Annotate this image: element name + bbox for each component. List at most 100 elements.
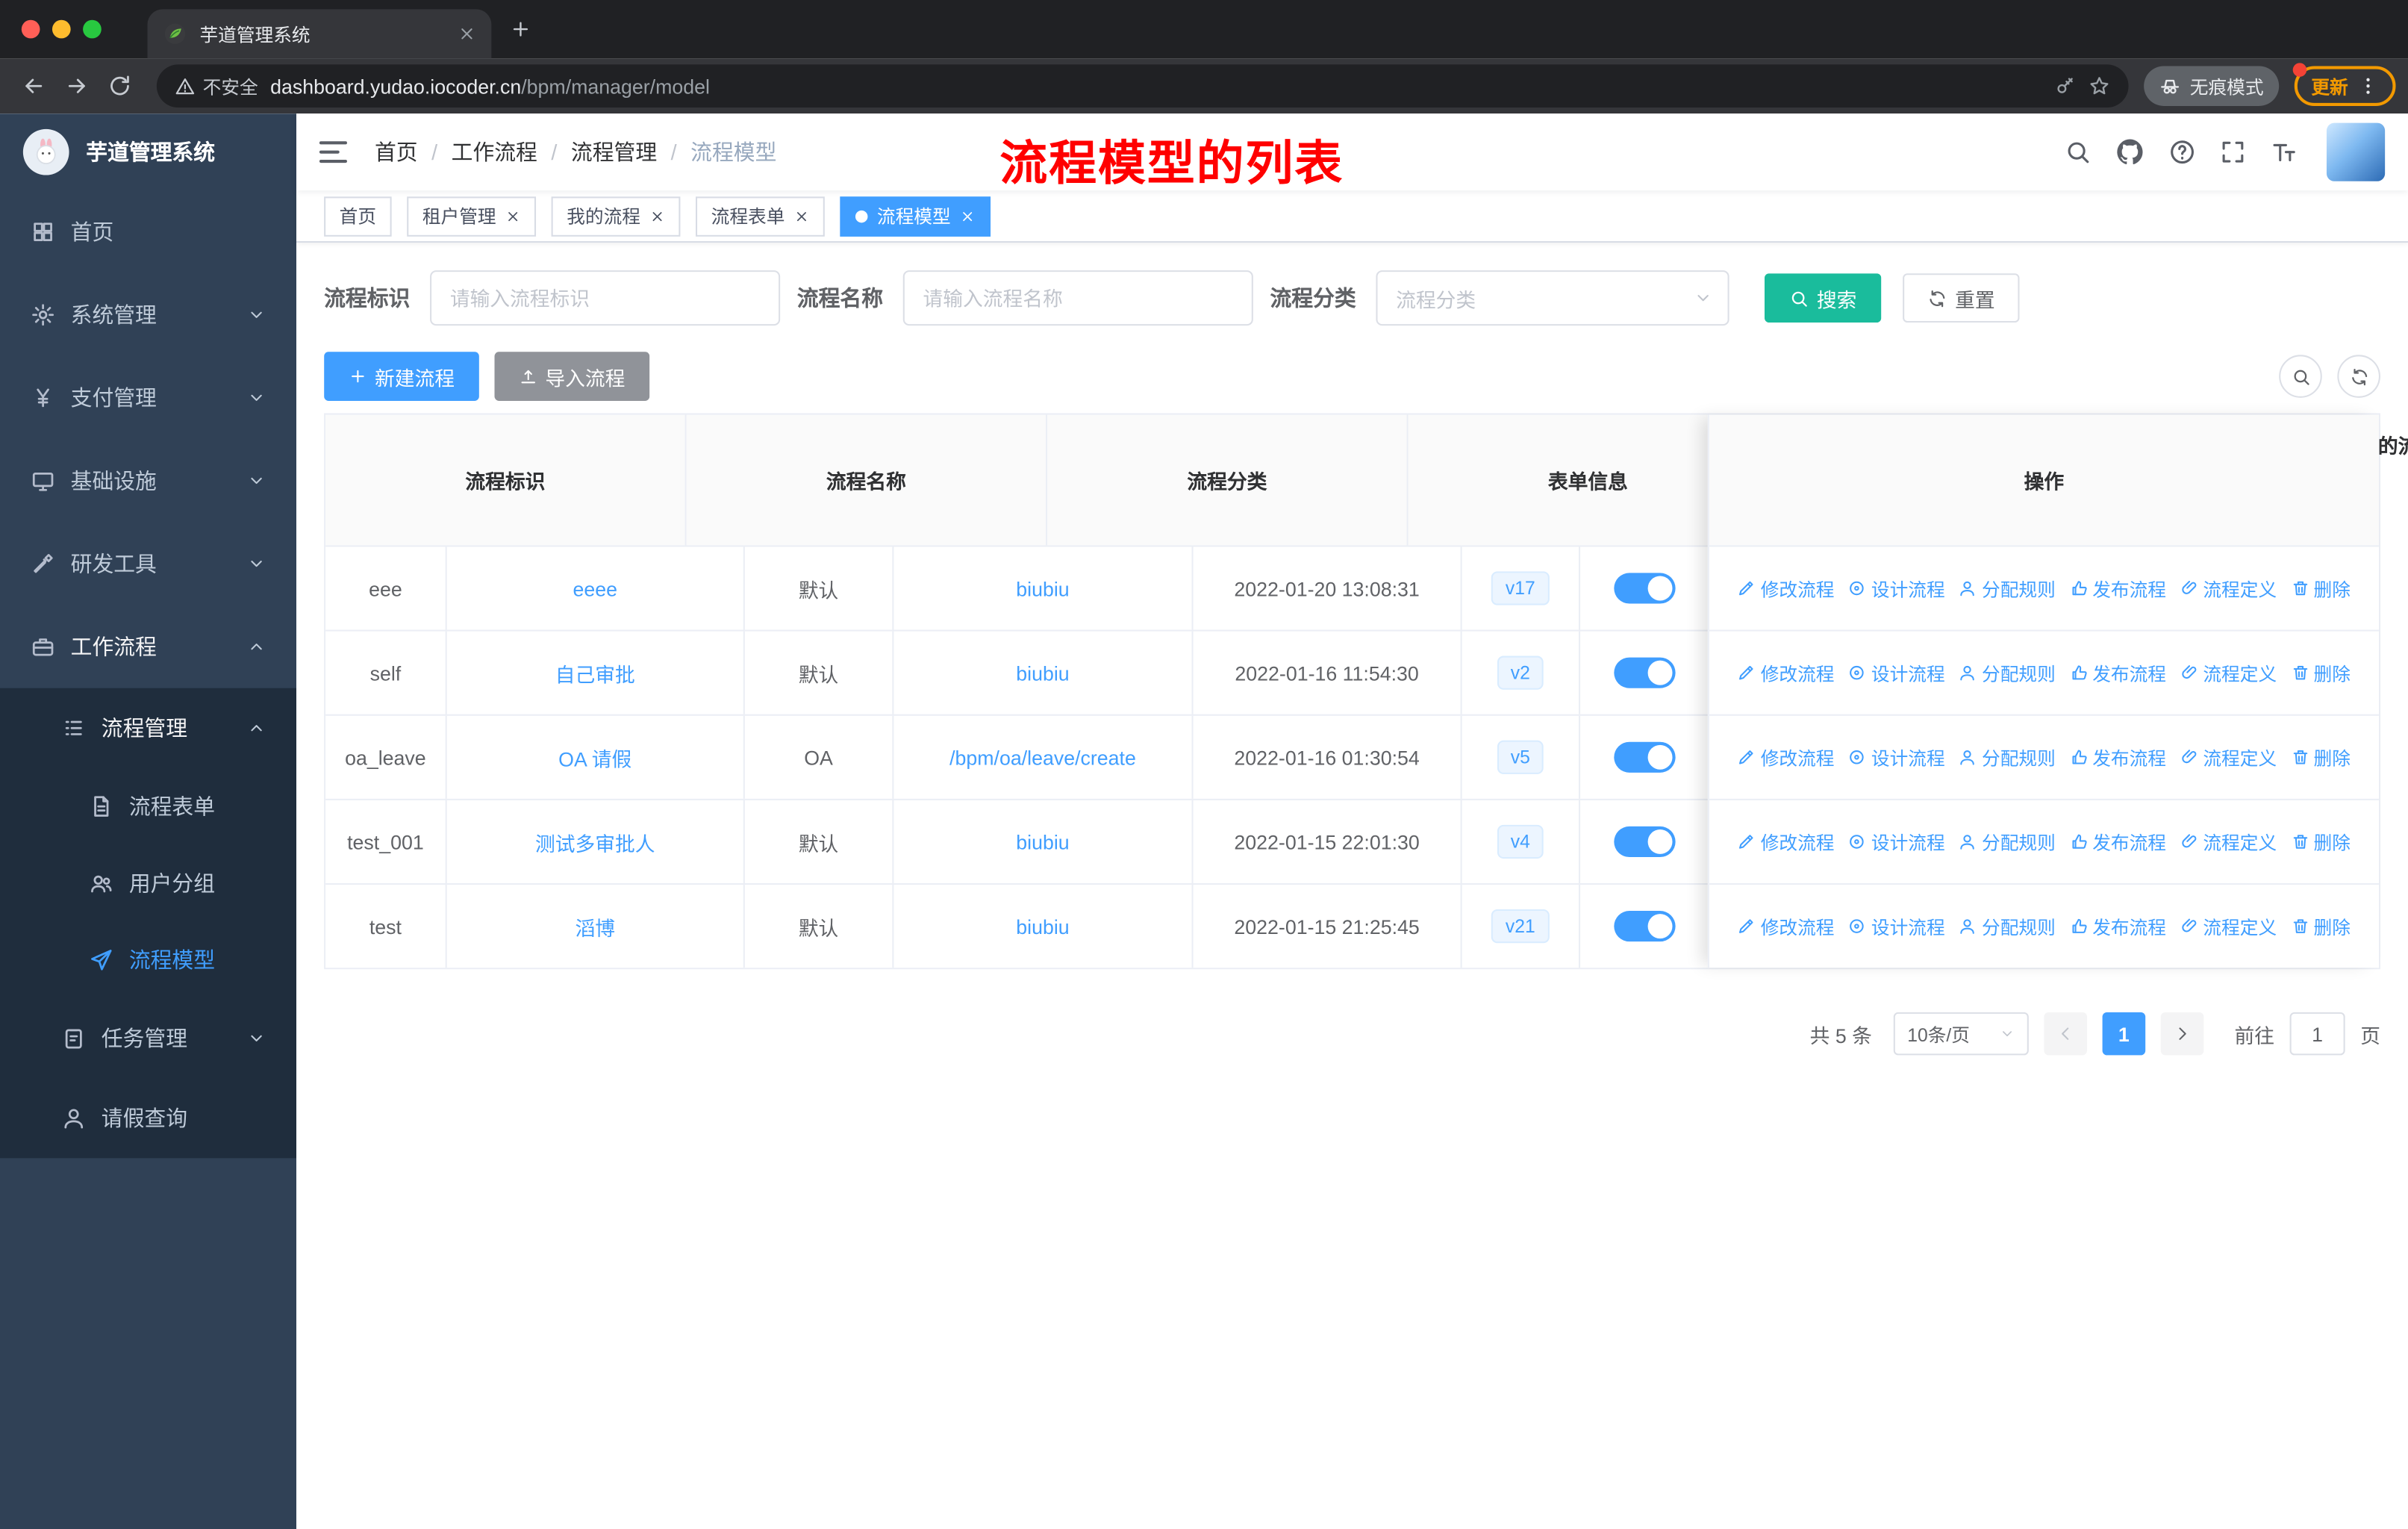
forward-button[interactable] — [55, 64, 99, 108]
action-design[interactable]: 设计流程 — [1848, 744, 1945, 770]
action-publish[interactable]: 发布流程 — [2069, 575, 2166, 601]
process-name-link[interactable]: 测试多审批人 — [535, 827, 655, 856]
close-icon[interactable] — [505, 208, 521, 224]
action-assign-rule[interactable]: 分配规则 — [1959, 829, 2056, 855]
sidebar-item-payment[interactable]: 支付管理 — [0, 356, 296, 439]
active-toggle[interactable] — [1614, 657, 1676, 688]
next-page-button[interactable] — [2160, 1012, 2204, 1056]
sidebar-item-process-form[interactable]: 流程表单 — [0, 768, 296, 845]
github-icon[interactable] — [2115, 137, 2145, 167]
zoom-window-button[interactable] — [83, 19, 102, 39]
form-info-link[interactable]: biubiu — [1016, 915, 1069, 938]
action-delete[interactable]: 删除 — [2291, 660, 2351, 686]
breadcrumb-workflow[interactable]: 工作流程 — [418, 137, 537, 167]
close-icon[interactable] — [649, 208, 665, 224]
back-button[interactable] — [12, 64, 55, 108]
refresh-table-button[interactable] — [2337, 355, 2380, 398]
action-modify[interactable]: 修改流程 — [1738, 744, 1835, 770]
active-toggle[interactable] — [1614, 741, 1676, 773]
close-icon[interactable] — [794, 208, 810, 224]
sidebar-item-process-model[interactable]: 流程模型 — [0, 921, 296, 998]
active-toggle[interactable] — [1614, 911, 1676, 942]
action-delete[interactable]: 删除 — [2291, 744, 2351, 770]
search-button[interactable]: 搜索 — [1764, 273, 1882, 323]
tag-process-model[interactable]: 流程模型 — [840, 196, 991, 236]
search-icon[interactable] — [2064, 138, 2092, 166]
action-definition[interactable]: 流程定义 — [2180, 744, 2277, 770]
help-icon[interactable] — [2168, 138, 2196, 166]
process-name-link[interactable]: OA 请假 — [558, 743, 631, 772]
action-modify[interactable]: 修改流程 — [1738, 660, 1835, 686]
category-select[interactable]: 流程分类 — [1376, 270, 1729, 326]
form-info-link[interactable]: biubiu — [1016, 830, 1069, 853]
password-key-icon[interactable] — [2055, 75, 2077, 97]
collapse-sidebar-button[interactable] — [319, 141, 347, 164]
url-bar[interactable]: 不安全 dashboard.yudao.iocoder.cn/bpm/manag… — [156, 64, 2129, 108]
action-delete[interactable]: 删除 — [2291, 575, 2351, 601]
sidebar-item-home[interactable]: 首页 — [0, 190, 296, 273]
close-icon[interactable] — [960, 208, 976, 224]
action-assign-rule[interactable]: 分配规则 — [1959, 744, 2056, 770]
new-tab-button[interactable] — [510, 19, 531, 40]
action-delete[interactable]: 删除 — [2291, 913, 2351, 939]
sidebar-item-task-mgmt[interactable]: 任务管理 — [0, 998, 296, 1078]
minimize-window-button[interactable] — [52, 19, 71, 39]
breadcrumb-home[interactable]: 首页 — [375, 137, 418, 167]
action-assign-rule[interactable]: 分配规则 — [1959, 913, 2056, 939]
goto-page-input[interactable] — [2289, 1012, 2345, 1056]
action-definition[interactable]: 流程定义 — [2180, 575, 2277, 601]
sidebar-logo[interactable]: 芋道管理系统 — [0, 113, 296, 190]
action-definition[interactable]: 流程定义 — [2180, 660, 2277, 686]
fullscreen-icon[interactable] — [2219, 138, 2247, 166]
sidebar-item-user-group[interactable]: 用户分组 — [0, 845, 296, 922]
reset-button[interactable]: 重置 — [1903, 273, 2020, 323]
sidebar-item-leave-query[interactable]: 请假查询 — [0, 1078, 296, 1158]
page-number-1[interactable]: 1 — [2102, 1012, 2146, 1056]
action-design[interactable]: 设计流程 — [1848, 829, 1945, 855]
create-process-button[interactable]: 新建流程 — [324, 352, 479, 401]
sidebar-item-infra[interactable]: 基础设施 — [0, 439, 296, 522]
prev-page-button[interactable] — [2044, 1012, 2087, 1056]
font-size-icon[interactable] — [2270, 138, 2298, 166]
action-modify[interactable]: 修改流程 — [1738, 575, 1835, 601]
show-search-button[interactable] — [2279, 355, 2322, 398]
tab-close-icon[interactable] — [458, 25, 476, 43]
tag-my-process[interactable]: 我的流程 — [551, 196, 681, 236]
active-toggle[interactable] — [1614, 573, 1676, 604]
process-key-input[interactable] — [430, 270, 781, 326]
user-avatar[interactable] — [2326, 122, 2386, 181]
tag-tenant[interactable]: 租户管理 — [407, 196, 537, 236]
action-assign-rule[interactable]: 分配规则 — [1959, 660, 2056, 686]
action-delete[interactable]: 删除 — [2291, 829, 2351, 855]
form-info-link[interactable]: biubiu — [1016, 577, 1069, 600]
sidebar-item-system[interactable]: 系统管理 — [0, 273, 296, 356]
action-publish[interactable]: 发布流程 — [2069, 829, 2166, 855]
browser-update-button[interactable]: 更新 — [2292, 63, 2396, 106]
security-chip[interactable]: 不安全 — [175, 73, 258, 99]
tag-home[interactable]: 首页 — [324, 196, 392, 236]
process-name-link[interactable]: 滔博 — [575, 912, 615, 941]
action-definition[interactable]: 流程定义 — [2180, 829, 2277, 855]
form-info-link[interactable]: biubiu — [1016, 661, 1069, 685]
action-publish[interactable]: 发布流程 — [2069, 913, 2166, 939]
page-size-select[interactable]: 10条/页 — [1893, 1012, 2029, 1056]
process-name-input[interactable] — [902, 270, 1253, 326]
browser-menu-icon[interactable] — [2357, 75, 2379, 97]
action-publish[interactable]: 发布流程 — [2069, 744, 2166, 770]
close-window-button[interactable] — [21, 19, 40, 39]
sidebar-item-workflow[interactable]: 工作流程 — [0, 605, 296, 688]
breadcrumb-process-mgmt[interactable]: 流程管理 — [537, 137, 657, 167]
action-design[interactable]: 设计流程 — [1848, 660, 1945, 686]
action-definition[interactable]: 流程定义 — [2180, 913, 2277, 939]
action-modify[interactable]: 修改流程 — [1738, 913, 1835, 939]
import-process-button[interactable]: 导入流程 — [494, 352, 650, 401]
form-info-link[interactable]: /bpm/oa/leave/create — [949, 746, 1136, 769]
bookmark-star-icon[interactable] — [2089, 75, 2110, 97]
sidebar-item-process-mgmt[interactable]: 流程管理 — [0, 688, 296, 768]
process-name-link[interactable]: 自己审批 — [555, 658, 635, 688]
sidebar-item-devtools[interactable]: 研发工具 — [0, 523, 296, 605]
action-design[interactable]: 设计流程 — [1848, 575, 1945, 601]
action-design[interactable]: 设计流程 — [1848, 913, 1945, 939]
reload-button[interactable] — [99, 64, 142, 108]
action-publish[interactable]: 发布流程 — [2069, 660, 2166, 686]
